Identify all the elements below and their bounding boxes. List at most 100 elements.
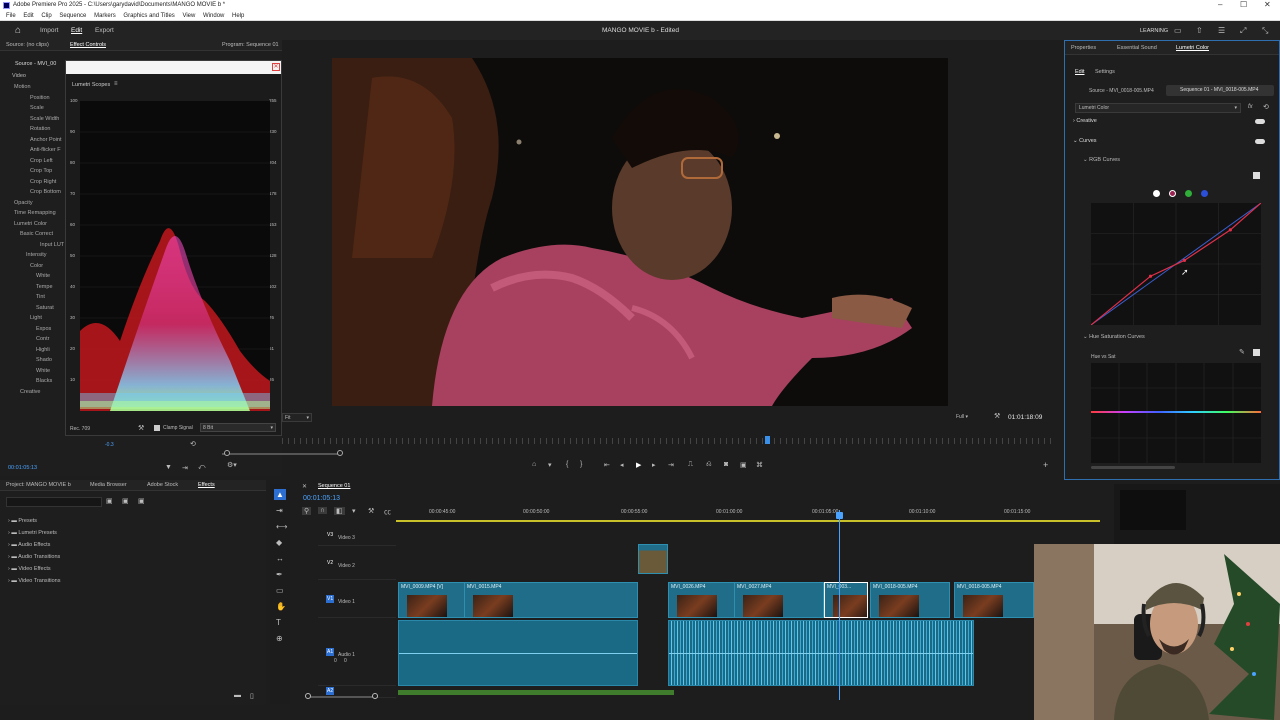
video-2-clip[interactable]	[638, 544, 668, 574]
track-id[interactable]: A1	[326, 648, 335, 656]
effect-row[interactable]: Crop Left	[10, 156, 68, 167]
tab-essential-sound[interactable]: Essential Sound	[1117, 41, 1157, 55]
track-id[interactable]: V3	[326, 531, 334, 539]
panel-icon[interactable]: ▭	[1174, 26, 1182, 35]
effect-row[interactable]: Highli	[10, 345, 68, 356]
audio-clip[interactable]	[668, 620, 974, 686]
share-icon[interactable]: ⇧	[1196, 26, 1203, 35]
lift-icon[interactable]: ⎍	[688, 461, 693, 469]
go-to-in-icon[interactable]: ⇤	[604, 461, 610, 469]
clamp-checkbox[interactable]	[154, 425, 160, 431]
timeline-zoom-left[interactable]	[305, 693, 311, 699]
track-header[interactable]: V1 Video 1	[318, 582, 396, 618]
wrench-icon[interactable]: ⚒	[138, 424, 144, 432]
section-curves[interactable]: ⌄ Curves	[1073, 138, 1097, 144]
effect-row[interactable]: White	[10, 271, 68, 282]
camera-icon[interactable]: ◙	[724, 461, 728, 468]
menu-window[interactable]: Window	[203, 11, 224, 21]
effects-folder[interactable]: › ▬ Video Effects	[8, 563, 208, 575]
filter-icon[interactable]: ▼	[165, 464, 172, 471]
effect-row[interactable]: Rotation	[10, 124, 68, 135]
tab-import[interactable]: Import	[40, 27, 58, 34]
track-id[interactable]: V2	[326, 559, 334, 567]
reset-effect-icon[interactable]: ⟲	[1263, 103, 1269, 111]
tab-lumetri-color[interactable]: Lumetri Color	[1176, 41, 1209, 55]
sequence-settings-icon[interactable]: ◧	[334, 507, 345, 515]
effects-search-input[interactable]	[6, 497, 102, 507]
subtab-edit[interactable]: Edit	[1075, 69, 1084, 75]
effect-row[interactable]: Anchor Point	[10, 135, 68, 146]
zoom-tool-icon[interactable]: ⊕	[276, 634, 283, 643]
channel-green-icon[interactable]	[1185, 190, 1192, 197]
tab-program[interactable]: Program: Sequence 01	[222, 40, 279, 51]
track-select-icon[interactable]: ⇥	[276, 506, 283, 515]
lumetri-scrollbar[interactable]	[1091, 466, 1175, 469]
workspace-label[interactable]: LEARNING	[1140, 28, 1168, 34]
tab-properties[interactable]: Properties	[1071, 41, 1096, 55]
fit-select[interactable]: Fit ▾	[282, 413, 312, 422]
trash-icon[interactable]: ▯	[250, 692, 254, 700]
curve-control-point[interactable]	[1148, 274, 1153, 278]
close-button[interactable]: ✕	[1264, 0, 1271, 10]
curve-control-point[interactable]	[1228, 228, 1232, 232]
effect-row[interactable]: Color	[10, 261, 68, 272]
tab-media-browser[interactable]: Media Browser	[90, 480, 127, 491]
playhead-handle[interactable]	[836, 512, 843, 519]
eyedropper-icon[interactable]: ✎	[1239, 348, 1245, 356]
timeline-ruler[interactable]: 00:00:45:00 00:00:50:00 00:00:55:00 00:01:0…	[396, 506, 1100, 522]
delete-icon[interactable]: ▣	[138, 497, 145, 505]
menu-view[interactable]: View	[182, 11, 195, 21]
effect-row[interactable]: Crop Right	[10, 177, 68, 188]
menu-edit[interactable]: Edit	[23, 11, 33, 21]
effect-row[interactable]: Crop Top	[10, 166, 68, 177]
effect-row[interactable]: Time Remapping	[10, 208, 68, 219]
menu-clip[interactable]: Clip	[41, 11, 51, 21]
hue-vs-sat-graph[interactable]	[1091, 363, 1261, 463]
add-button-icon[interactable]: +	[1043, 460, 1048, 470]
video-clip[interactable]: MVI_0015.MP4	[464, 582, 638, 618]
linked-selection-icon[interactable]: ∩	[318, 507, 328, 514]
tab-sequence[interactable]: Sequence 01	[318, 483, 350, 489]
play-icon[interactable]: ▶	[636, 461, 641, 469]
maximize-button[interactable]: ☐	[1240, 0, 1247, 10]
new-bin-icon[interactable]: ▣	[106, 497, 113, 505]
export-frame-icon[interactable]: ⤺	[198, 464, 205, 472]
go-to-out-icon[interactable]: ⇥	[668, 461, 674, 469]
track-header[interactable]: V2 Video 2	[318, 548, 396, 580]
razor-icon[interactable]: ◆	[276, 538, 282, 547]
track-id[interactable]: V1	[326, 595, 335, 603]
effect-row[interactable]: Light	[10, 313, 68, 324]
snap-icon[interactable]: ⚲	[302, 507, 312, 515]
channel-blue-icon[interactable]	[1201, 190, 1208, 197]
track-header[interactable]: A1 Audio 1	[318, 620, 396, 686]
video-clip[interactable]: MVI_0018-005.MP4	[954, 582, 1034, 618]
effect-row[interactable]: Scale	[10, 103, 68, 114]
insert-marker-icon[interactable]: ⌂	[532, 461, 536, 468]
step-forward-icon[interactable]: ▸	[652, 461, 656, 469]
hand-tool-icon[interactable]: ✋	[276, 602, 286, 611]
settings-wrench-icon[interactable]: ⚒	[994, 412, 1000, 420]
menu-file[interactable]: File	[6, 11, 16, 21]
video-clip[interactable]: MVI_0018-005.MP4	[870, 582, 950, 618]
zoom-handle-right[interactable]	[337, 450, 343, 456]
subtab-settings[interactable]: Settings	[1095, 69, 1115, 75]
effect-row[interactable]: Tint	[10, 292, 68, 303]
new-item-icon[interactable]: ▣	[122, 497, 129, 505]
source-clip-button[interactable]: Source - MVI_0018-005.MP4	[1089, 88, 1164, 94]
tab-edit[interactable]: Edit	[71, 27, 82, 34]
section-hue-saturation[interactable]: ⌄ Hue Saturation Curves	[1083, 334, 1145, 340]
quality-select[interactable]: Full ▾	[956, 413, 986, 422]
tab-export[interactable]: Export	[95, 27, 114, 34]
rectangle-tool-icon[interactable]: ▭	[276, 586, 284, 595]
effect-row[interactable]: Crop Bottom	[10, 187, 68, 198]
effect-row[interactable]: Creative	[10, 387, 68, 398]
tab-adobe-stock[interactable]: Adobe Stock	[147, 480, 178, 491]
hue-sat-checkbox[interactable]	[1253, 349, 1260, 356]
section-creative[interactable]: › Creative	[1073, 118, 1097, 124]
video-clip[interactable]: MVI_0009.MP4 [V]	[398, 582, 466, 618]
minimize-button[interactable]: –	[1218, 0, 1222, 10]
timeline-playhead[interactable]	[839, 510, 840, 700]
effects-folder[interactable]: › ▬ Lumetri Presets	[8, 527, 208, 539]
captions-icon[interactable]: ㏄	[384, 507, 391, 517]
video-clip[interactable]: MVI_0026.MP4	[668, 582, 736, 618]
